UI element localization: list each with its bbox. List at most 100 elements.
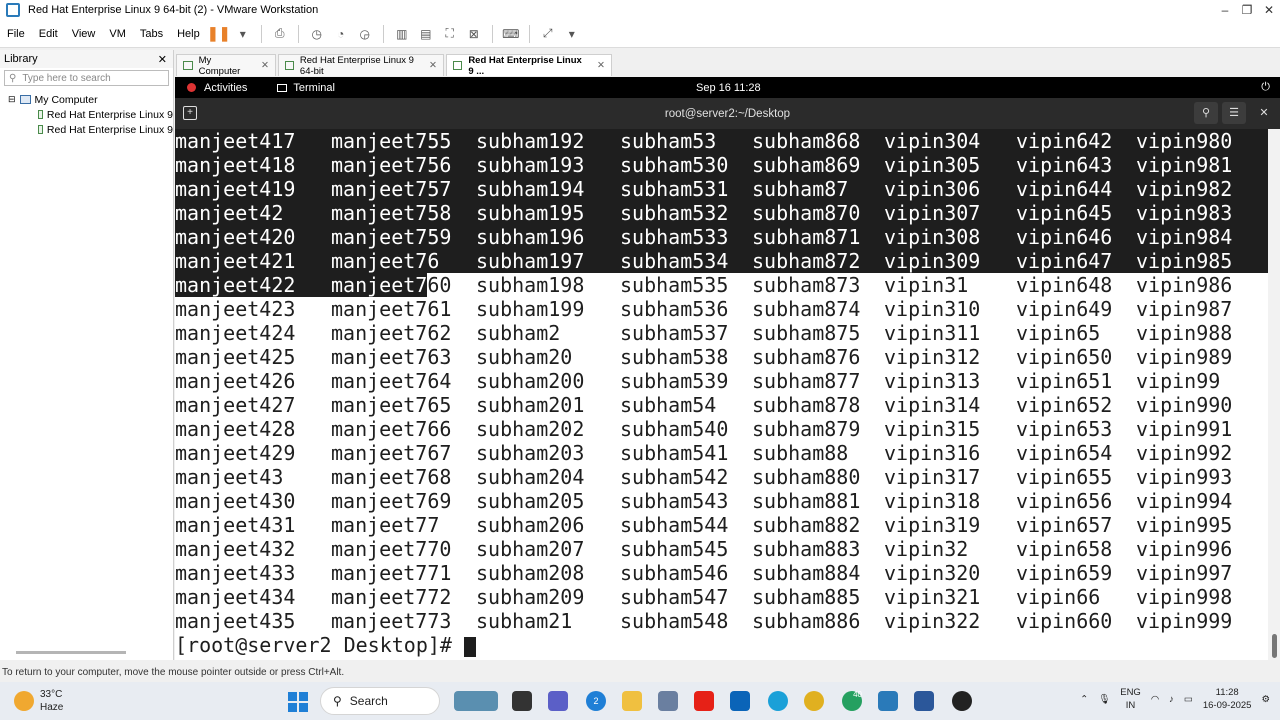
- close-icon[interactable]: ✕: [1258, 0, 1280, 20]
- volume-icon[interactable]: ♪: [1169, 693, 1174, 706]
- app-menu-terminal[interactable]: Terminal: [277, 82, 335, 94]
- menu-edit[interactable]: Edit: [32, 28, 65, 40]
- terminal-cell: vipin311: [884, 321, 981, 345]
- scrollbar-thumb[interactable]: [1272, 634, 1277, 658]
- notifications-icon[interactable]: ⚙: [1261, 693, 1270, 706]
- unity-icon[interactable]: ⊠: [464, 26, 484, 42]
- taskbar-search[interactable]: ⚲ Search: [320, 687, 440, 715]
- word-icon[interactable]: [914, 691, 934, 711]
- microphone-icon[interactable]: 🎙: [1098, 693, 1110, 706]
- terminal-cell: manjeet771: [331, 561, 452, 585]
- vm-icon: [38, 110, 43, 119]
- start-icon[interactable]: [288, 692, 308, 712]
- thumbnail-bar-icon[interactable]: ▤: [416, 26, 436, 42]
- terminal-cell: subham885: [752, 585, 861, 609]
- widgets-icon[interactable]: [454, 691, 498, 711]
- tree-item-vm[interactable]: Red Hat Enterprise Linux 9: [0, 107, 173, 122]
- show-library-icon[interactable]: ▥: [392, 26, 412, 42]
- pause-icon[interactable]: ❚❚: [207, 25, 230, 42]
- guest-display[interactable]: Activities Terminal Sep 16 11:28 ⏻ + roo…: [175, 77, 1280, 660]
- edge-icon[interactable]: [768, 691, 788, 711]
- teams-icon[interactable]: [548, 691, 568, 711]
- menu-file[interactable]: File: [0, 28, 32, 40]
- tree-item-my-computer[interactable]: ⊟ My Computer: [0, 92, 173, 107]
- terminal-cell: manjeet766: [331, 417, 452, 441]
- send-ctrl-alt-del-icon[interactable]: ⎙: [270, 26, 290, 42]
- prompt-line[interactable]: [root@server2 Desktop]#: [175, 633, 1268, 657]
- snapshot-manager-icon[interactable]: ◶: [355, 26, 375, 42]
- terminal-cell: subham209: [476, 585, 585, 609]
- library-scrollbar[interactable]: [16, 651, 126, 654]
- vmware-taskbar-icon[interactable]: [878, 691, 898, 711]
- console-icon[interactable]: ⌨: [501, 26, 521, 42]
- terminal-cell: manjeet42: [175, 201, 284, 225]
- terminal-cell: vipin645: [1016, 201, 1113, 225]
- close-tab-icon[interactable]: ✕: [261, 60, 269, 71]
- activities-button[interactable]: Activities: [175, 82, 247, 94]
- close-library-icon[interactable]: ✕: [158, 53, 167, 66]
- weather-widget[interactable]: 33°C Haze: [14, 688, 63, 714]
- task-view-icon[interactable]: [512, 691, 532, 711]
- hamburger-menu-icon[interactable]: ☰: [1222, 102, 1246, 124]
- terminal-cell: subham87: [752, 177, 849, 201]
- terminal-cell: manjeet432: [175, 537, 296, 561]
- tree-item-vm[interactable]: Red Hat Enterprise Linux 9: [0, 122, 173, 137]
- terminal-cell: vipin658: [1016, 537, 1113, 561]
- tab-vm-1[interactable]: Red Hat Enterprise Linux 9 64-bit ✕: [278, 54, 444, 77]
- taskbar-clock[interactable]: 11:28 16-09-2025: [1203, 686, 1252, 712]
- fullscreen-icon[interactable]: ⛶: [440, 26, 460, 42]
- network-app-icon[interactable]: [658, 691, 678, 711]
- tab-my-computer[interactable]: My Computer ✕: [176, 54, 276, 77]
- library-search-input[interactable]: ⚲ Type here to search: [4, 70, 169, 86]
- tab-vm-2[interactable]: Red Hat Enterprise Linux 9 ... ✕: [446, 54, 612, 77]
- whatsapp-icon[interactable]: 40: [842, 691, 862, 711]
- terminal-cell: manjeet420: [175, 225, 296, 249]
- terminal-cell: subham531: [620, 177, 729, 201]
- menu-view[interactable]: View: [65, 28, 103, 40]
- close-tab-icon[interactable]: ✕: [429, 60, 437, 71]
- power-icon[interactable]: ⏻: [1261, 81, 1270, 94]
- outlook-icon[interactable]: [730, 691, 750, 711]
- maximize-icon[interactable]: ❐: [1236, 0, 1258, 20]
- snapshot-icon[interactable]: ◷: [307, 26, 327, 42]
- terminal-cell: vipin646: [1016, 225, 1113, 249]
- minimize-icon[interactable]: –: [1214, 0, 1236, 20]
- app-icon[interactable]: [952, 691, 972, 711]
- file-explorer-icon[interactable]: [622, 691, 642, 711]
- teams-badge-icon[interactable]: 2: [586, 691, 606, 711]
- terminal-cell: subham537: [620, 321, 729, 345]
- stretch-dropdown-icon[interactable]: ▾: [562, 26, 582, 42]
- stretch-icon[interactable]: ⤢: [538, 26, 558, 42]
- terminal-cell: manjeet421: [175, 249, 296, 273]
- wifi-icon[interactable]: ◠: [1151, 693, 1159, 706]
- terminal-line: manjeet428 manjeet766 subham202 subham540 su…: [175, 417, 1268, 441]
- terminal-line: manjeet426 manjeet764 subham200 subham539 su…: [175, 369, 1268, 393]
- terminal-scrollbar[interactable]: [1268, 129, 1280, 660]
- battery-icon[interactable]: ▭: [1184, 693, 1193, 706]
- menu-vm[interactable]: VM: [102, 28, 133, 40]
- collapse-icon[interactable]: ⊟: [8, 94, 16, 105]
- search-icon[interactable]: ⚲: [1194, 102, 1218, 124]
- chrome-icon[interactable]: [804, 691, 824, 711]
- terminal-cell: manjeet760: [331, 273, 452, 297]
- youtube-icon[interactable]: [694, 691, 714, 711]
- dropdown-icon[interactable]: ▾: [233, 26, 253, 42]
- close-tab-icon[interactable]: ✕: [597, 60, 605, 71]
- terminal-cell: manjeet431: [175, 513, 296, 537]
- gnome-clock[interactable]: Sep 16 11:28: [696, 82, 761, 94]
- language-indicator[interactable]: ENG IN: [1120, 686, 1141, 712]
- new-tab-icon[interactable]: +: [183, 106, 197, 120]
- terminal-cell: vipin316: [884, 441, 981, 465]
- menu-help[interactable]: Help: [170, 28, 207, 40]
- close-icon[interactable]: ✕: [1252, 102, 1276, 124]
- computer-icon: [19, 95, 31, 104]
- tree-root-label: My Computer: [34, 93, 98, 106]
- terminal-cell: subham88: [752, 441, 849, 465]
- terminal-output[interactable]: manjeet417 manjeet755 subham192 subham53 sub…: [175, 129, 1268, 660]
- chevron-up-icon[interactable]: ⌃: [1080, 693, 1088, 706]
- terminal-cell: manjeet77: [331, 513, 440, 537]
- menu-tabs[interactable]: Tabs: [133, 28, 170, 40]
- terminal-cell: vipin643: [1016, 153, 1113, 177]
- revert-snapshot-icon[interactable]: ◔: [331, 26, 351, 42]
- terminal-cell: subham534: [620, 249, 729, 273]
